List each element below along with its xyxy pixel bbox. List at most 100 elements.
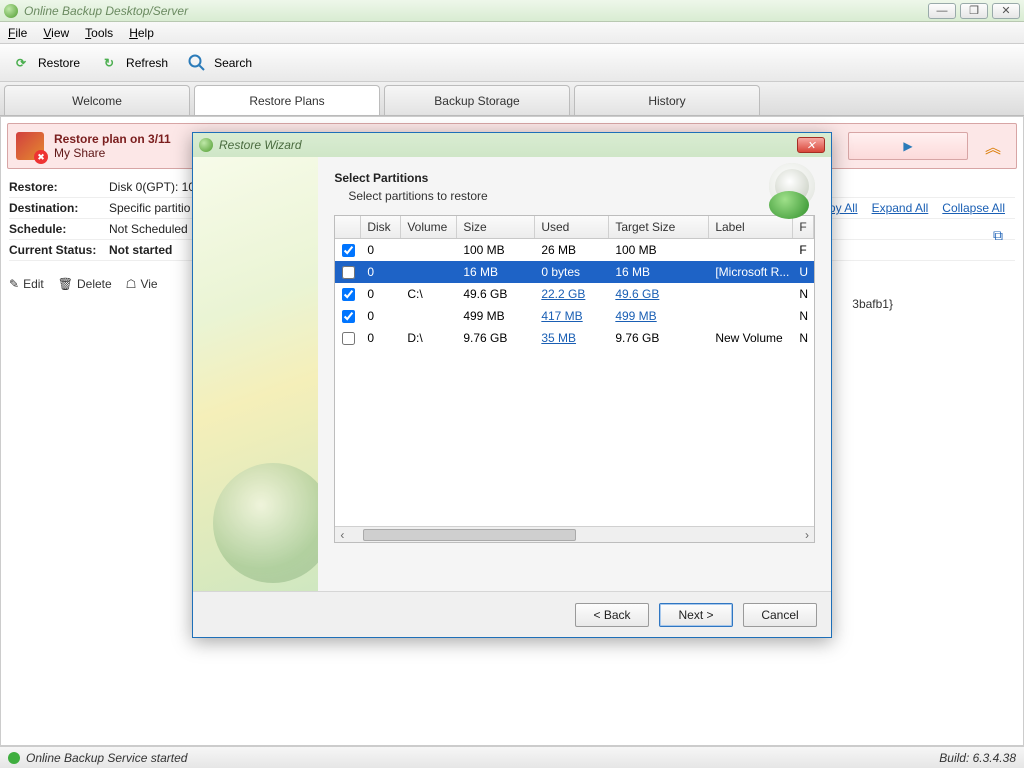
search-icon	[186, 52, 208, 74]
scroll-thumb[interactable]	[363, 529, 575, 541]
col-used[interactable]: Used	[535, 216, 609, 238]
scroll-right-icon[interactable]: ›	[800, 528, 814, 542]
copy-icon[interactable]: ⧉	[993, 227, 1003, 244]
detail-status-val: Not started	[109, 243, 172, 257]
cell-size: 9.76 GB	[457, 331, 535, 345]
minimize-button[interactable]: —	[928, 3, 956, 19]
tab-history[interactable]: History	[574, 85, 760, 115]
menu-file[interactable]: File	[8, 26, 27, 40]
wizard-close-button[interactable]: ✕	[797, 137, 825, 153]
next-label: Next >	[678, 608, 713, 622]
cell-used[interactable]: 22.2 GB	[535, 287, 609, 301]
close-button[interactable]: ✕	[992, 3, 1020, 19]
cell-disk: 0	[361, 309, 401, 323]
collapse-plan-button[interactable]: ︽	[978, 132, 1008, 160]
toolbar-restore[interactable]: ⟳ Restore	[10, 52, 80, 74]
checkbox[interactable]	[342, 244, 355, 257]
back-label: < Back	[593, 608, 630, 622]
wizard-main: Select Partitions Select partitions to r…	[318, 157, 831, 591]
delete-label: Delete	[77, 277, 112, 291]
row-checkbox[interactable]	[335, 244, 361, 257]
detail-dest-key: Destination:	[9, 201, 109, 215]
guid-fragment: 3bafb1}	[852, 297, 893, 311]
cell-target: 100 MB	[609, 243, 709, 257]
back-button[interactable]: < Back	[575, 603, 649, 627]
toolbar-restore-label: Restore	[38, 56, 80, 70]
col-disk[interactable]: Disk	[361, 216, 401, 238]
delete-plan-button[interactable]: 🗑Delete	[58, 277, 112, 291]
cell-used[interactable]: 417 MB	[535, 309, 609, 323]
row-checkbox[interactable]	[335, 266, 361, 279]
col-target[interactable]: Target Size	[609, 216, 709, 238]
detail-dest-val: Specific partitio	[109, 201, 190, 215]
app-icon	[4, 4, 18, 18]
tab-restore-plans[interactable]: Restore Plans	[194, 85, 380, 115]
plan-title: Restore plan on 3/11	[54, 132, 171, 146]
table-row[interactable]: 0D:\9.76 GB35 MB9.76 GBNew VolumeN	[335, 327, 814, 349]
partitions-grid: Disk Volume Size Used Target Size Label …	[334, 215, 815, 543]
wizard-app-icon	[199, 138, 213, 152]
col-f[interactable]: F	[793, 216, 814, 238]
checkbox[interactable]	[342, 288, 355, 301]
cell-used[interactable]: 35 MB	[535, 331, 609, 345]
cell-volume: C:\	[401, 287, 457, 301]
col-check[interactable]	[335, 216, 361, 238]
row-checkbox[interactable]	[335, 332, 361, 345]
tree-links: opy All Expand All Collapse All	[822, 201, 1005, 215]
cell-label: [Microsoft R...	[709, 265, 793, 279]
maximize-button[interactable]: ❐	[960, 3, 988, 19]
toolbar-search[interactable]: Search	[186, 52, 252, 74]
grid-header: Disk Volume Size Used Target Size Label …	[335, 216, 814, 239]
status-text: Online Backup Service started	[26, 751, 187, 765]
checkbox[interactable]	[342, 310, 355, 323]
col-volume[interactable]: Volume	[401, 216, 457, 238]
menu-view[interactable]: View	[43, 26, 69, 40]
wizard-footer: < Back Next > Cancel	[193, 591, 831, 637]
toolbar-refresh[interactable]: ↻ Refresh	[98, 52, 168, 74]
scroll-left-icon[interactable]: ‹	[335, 528, 349, 542]
row-checkbox[interactable]	[335, 288, 361, 301]
tab-backup-storage[interactable]: Backup Storage	[384, 85, 570, 115]
wizard-heading: Select Partitions	[334, 171, 815, 185]
cell-target[interactable]: 499 MB	[609, 309, 709, 323]
build-label: Build: 6.3.4.38	[939, 751, 1016, 765]
tab-backup-storage-label: Backup Storage	[434, 94, 519, 108]
cell-disk: 0	[361, 331, 401, 345]
tab-history-label: History	[648, 94, 685, 108]
tab-bar: Welcome Restore Plans Backup Storage His…	[0, 82, 1024, 116]
expand-all-link[interactable]: Expand All	[872, 201, 929, 215]
tab-welcome[interactable]: Welcome	[4, 85, 190, 115]
checkbox[interactable]	[342, 332, 355, 345]
cancel-button[interactable]: Cancel	[743, 603, 817, 627]
col-label[interactable]: Label	[709, 216, 793, 238]
table-row[interactable]: 0100 MB26 MB100 MBF	[335, 239, 814, 261]
table-row[interactable]: 0C:\49.6 GB22.2 GB49.6 GBN	[335, 283, 814, 305]
table-row[interactable]: 016 MB0 bytes16 MB[Microsoft R...U	[335, 261, 814, 283]
grid-h-scrollbar[interactable]: ‹ ›	[335, 526, 814, 542]
menu-help[interactable]: Help	[129, 26, 154, 40]
col-size[interactable]: Size	[457, 216, 535, 238]
plan-status-icon	[16, 132, 44, 160]
row-checkbox[interactable]	[335, 310, 361, 323]
run-plan-button[interactable]: ▶	[848, 132, 968, 160]
restore-icon: ⟳	[10, 52, 32, 74]
cell-target[interactable]: 49.6 GB	[609, 287, 709, 301]
next-button[interactable]: Next >	[659, 603, 733, 627]
checkbox[interactable]	[342, 266, 355, 279]
view-plan-button[interactable]: ☖Vie	[126, 277, 158, 291]
view-label: Vie	[140, 277, 157, 291]
eye-icon: ☖	[126, 277, 137, 291]
menubar: File View Tools Help	[0, 22, 1024, 44]
restore-wizard-dialog: Restore Wizard ✕ Select Partitions Selec…	[192, 132, 832, 638]
detail-sched-key: Schedule:	[9, 222, 109, 236]
table-row[interactable]: 0499 MB417 MB499 MBN	[335, 305, 814, 327]
toolbar: ⟳ Restore ↻ Refresh Search	[0, 44, 1024, 82]
toolbar-refresh-label: Refresh	[126, 56, 168, 70]
wizard-title: Restore Wizard	[219, 138, 302, 152]
status-bar: Online Backup Service started Build: 6.3…	[0, 746, 1024, 768]
wizard-subheading: Select partitions to restore	[348, 189, 815, 203]
pencil-icon: ✎	[9, 277, 19, 291]
menu-tools[interactable]: Tools	[85, 26, 113, 40]
edit-plan-button[interactable]: ✎Edit	[9, 277, 44, 291]
collapse-all-link[interactable]: Collapse All	[942, 201, 1005, 215]
